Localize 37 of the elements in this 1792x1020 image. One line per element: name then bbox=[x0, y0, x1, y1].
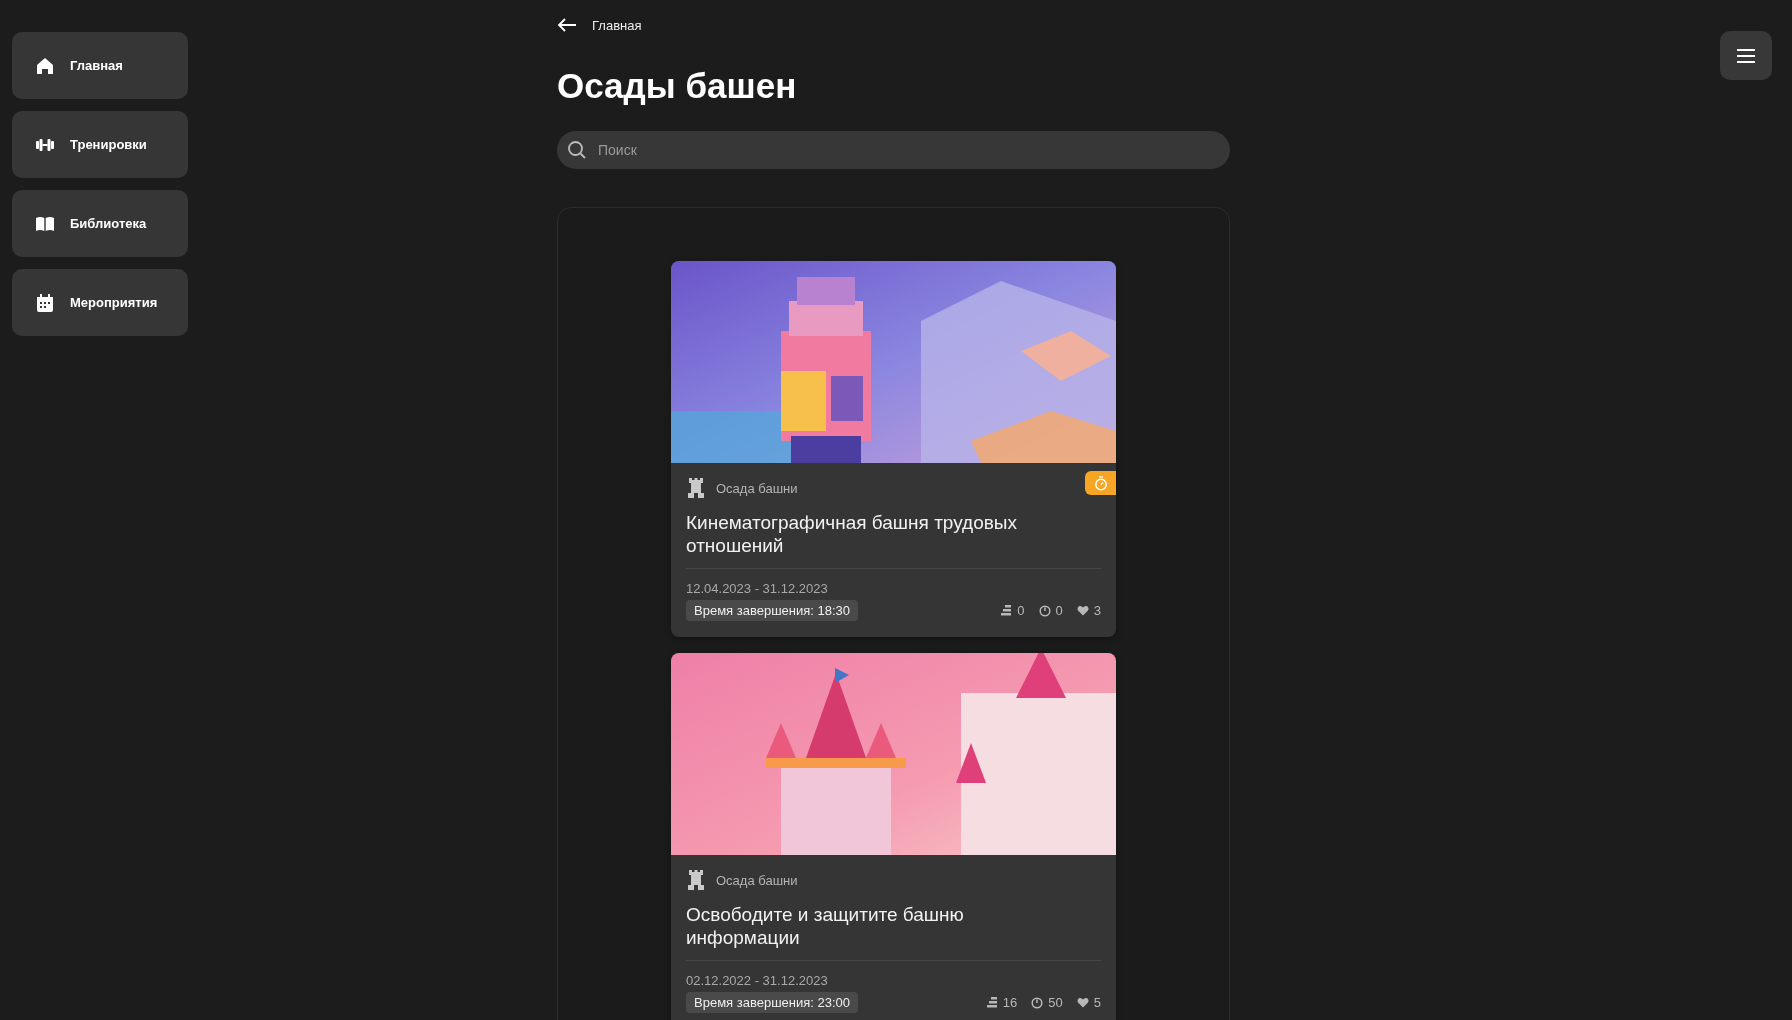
stat-count: 50 bbox=[1048, 995, 1063, 1010]
tower-icon bbox=[686, 869, 706, 891]
clock-icon bbox=[1031, 996, 1044, 1009]
back-button[interactable] bbox=[557, 17, 577, 33]
nav-item[interactable]: Главная bbox=[12, 32, 188, 99]
nav-item[interactable]: Мероприятия bbox=[12, 269, 188, 336]
tower-icon bbox=[686, 477, 706, 499]
stopwatch-icon bbox=[1093, 475, 1108, 491]
breadcrumb-link[interactable]: Главная bbox=[592, 17, 642, 33]
heart-icon bbox=[1076, 605, 1089, 616]
nav-item[interactable]: Тренировки bbox=[12, 111, 188, 178]
menu-button[interactable] bbox=[1720, 31, 1772, 80]
stat-count: 3 bbox=[1093, 603, 1101, 618]
stat-count: 0 bbox=[1017, 603, 1025, 618]
stack-icon bbox=[985, 997, 998, 1008]
category-label: Осада башни bbox=[716, 872, 798, 888]
nav-item[interactable]: Библиотека bbox=[12, 190, 188, 257]
calendar-icon bbox=[35, 292, 55, 313]
clock-icon bbox=[1038, 604, 1051, 617]
date-range: 12.04.2023 - 31.12.2023 bbox=[686, 581, 829, 596]
card-title: Кинематографичная башня трудовых отношений bbox=[686, 511, 1018, 557]
card-title: Освободите и защитите башню информации bbox=[686, 903, 965, 949]
menu-icon bbox=[1736, 47, 1756, 64]
page-title: Осады башен bbox=[557, 68, 798, 103]
stat-count: 16 bbox=[1002, 995, 1018, 1010]
category-label: Осада башни bbox=[716, 480, 798, 496]
stat-count: 5 bbox=[1093, 995, 1101, 1010]
event-card[interactable]: Осада башни Освободите и защитите башню информации 02.12.2022 - 31.12.2023 Время завершения: 23:00 16 50 5 bbox=[671, 653, 1116, 1020]
home-icon bbox=[35, 55, 55, 76]
stack-icon bbox=[1000, 605, 1013, 616]
date-range: 02.12.2022 - 31.12.2023 bbox=[686, 973, 829, 988]
end-time-tag: Время завершения: 18:30 bbox=[686, 600, 859, 621]
event-card[interactable]: Осада башни Кинематографичная башня трудовых отношений 12.04.2023 - 31.12.2023 Время завершения: 18:30 0 0 3 bbox=[671, 261, 1116, 637]
stat-count: 0 bbox=[1055, 603, 1063, 618]
search-field[interactable]: Поиск bbox=[557, 131, 1230, 169]
heart-icon bbox=[1076, 997, 1089, 1008]
end-time-tag: Время завершения: 23:00 bbox=[686, 992, 859, 1013]
